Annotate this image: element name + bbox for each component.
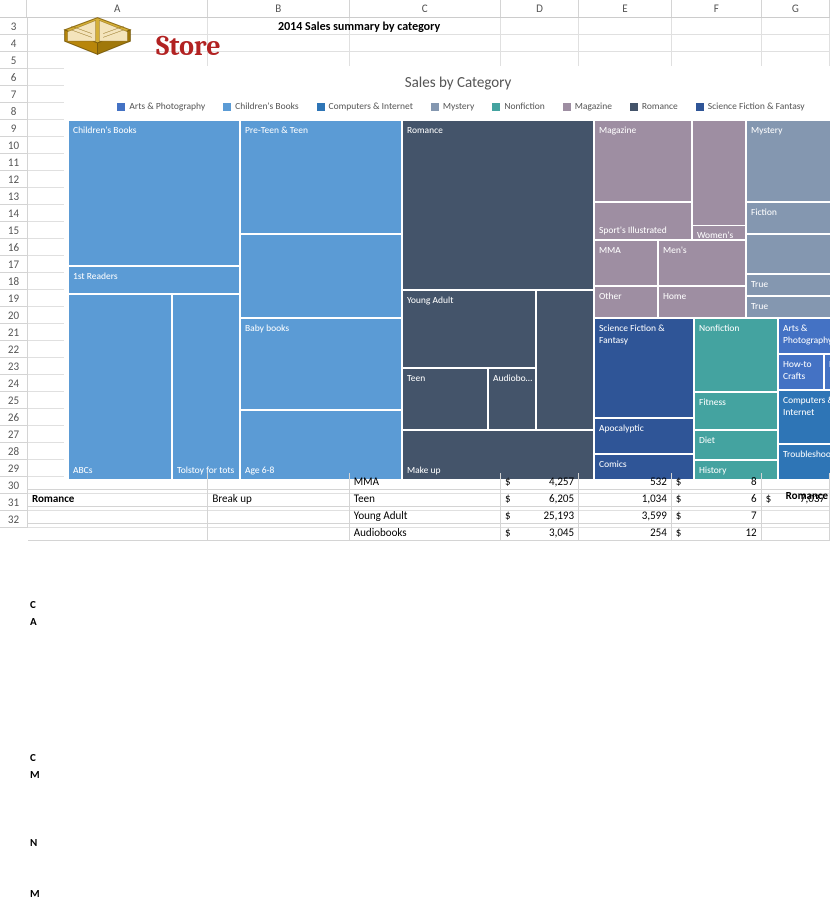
treemap-node[interactable]: MMA	[594, 240, 658, 286]
legend-item: Mystery	[425, 100, 474, 112]
row-25[interactable]: 25	[0, 392, 28, 409]
table-row[interactable]: Young Adult$25,1933,599$7	[28, 507, 830, 524]
treemap-node[interactable]: Science Fiction & Fantasy	[594, 318, 694, 418]
treemap-node[interactable]: Fitness	[694, 392, 778, 430]
report-title: 2014 Sales summary by category	[278, 20, 440, 34]
treemap-node[interactable]: ABCs	[68, 294, 172, 480]
table-row[interactable]: Audiobooks$3,045254$12	[28, 524, 830, 541]
col-B[interactable]: B	[208, 0, 350, 17]
row-30[interactable]: 30	[0, 477, 28, 494]
treemap-node[interactable]: Computers & Internet	[778, 390, 830, 444]
row-20[interactable]: 20	[0, 307, 28, 324]
col-C[interactable]: C	[350, 0, 501, 17]
legend-item: Science Fiction & Fantasy	[690, 100, 805, 112]
treemap-node[interactable]: Nonfiction	[694, 318, 778, 392]
treemap-node[interactable]: Women's	[692, 225, 746, 240]
row-22[interactable]: 22	[0, 341, 28, 358]
legend-item: Magazine	[557, 100, 612, 112]
col-F[interactable]: F	[672, 0, 762, 17]
row-14[interactable]: 14	[0, 205, 28, 222]
treemap-node[interactable]: Baby books	[240, 318, 402, 410]
legend-item: Nonfiction	[486, 100, 544, 112]
row-32[interactable]: 32	[0, 511, 28, 528]
row-24[interactable]: 24	[0, 375, 28, 392]
row-13[interactable]: 13	[0, 188, 28, 205]
row-7[interactable]: 7	[0, 86, 28, 103]
row-16[interactable]: 16	[0, 239, 28, 256]
treemap-area[interactable]: Children's Books1st ReadersABCsTolstoy f…	[68, 120, 830, 480]
row-6[interactable]: 6	[0, 69, 28, 86]
row-4[interactable]: 4	[0, 35, 28, 52]
row-headers: 3456789101112131415161718192021222324252…	[0, 18, 28, 528]
treemap-node[interactable]	[746, 234, 830, 274]
legend-item: Children's Books	[217, 100, 298, 112]
row-23[interactable]: 23	[0, 358, 28, 375]
table-row[interactable]: RomanceBreak upTeen$6,2051,034$6$7,037	[28, 490, 830, 507]
row-11[interactable]: 11	[0, 154, 28, 171]
legend-item: Computers & Internet	[311, 100, 413, 112]
treemap-node[interactable]: Mystery	[746, 120, 830, 202]
treemap-node[interactable]: Home	[658, 286, 746, 318]
row-3[interactable]: 3	[0, 18, 28, 35]
treemap-node[interactable]: Pre-Teen & Teen	[240, 120, 402, 234]
treemap-node[interactable]: True	[746, 296, 830, 318]
row-19[interactable]: 19	[0, 290, 28, 307]
row-27[interactable]: 27	[0, 426, 28, 443]
col-E[interactable]: E	[579, 0, 672, 17]
treemap-chart[interactable]: Sales by Category Arts & PhotographyChil…	[64, 66, 830, 491]
col-D[interactable]: D	[501, 0, 579, 17]
treemap-node[interactable]	[692, 120, 746, 240]
treemap-node[interactable]: Arts & Photography	[778, 318, 830, 354]
row-12[interactable]: 12	[0, 171, 28, 188]
treemap-node[interactable]	[536, 290, 594, 430]
treemap-node[interactable]: Phot…	[824, 354, 830, 390]
row-10[interactable]: 10	[0, 137, 28, 154]
treemap-node[interactable]	[240, 234, 402, 318]
treemap-node[interactable]: Children's Books	[68, 120, 240, 266]
treemap-node[interactable]: Fiction	[746, 202, 830, 234]
treemap-node[interactable]: Young Adult	[402, 290, 536, 368]
treemap-node[interactable]: Audiobo…	[488, 368, 536, 430]
row-9[interactable]: 9	[0, 120, 28, 137]
table-row[interactable]: MMA$4,257532$8	[28, 473, 830, 490]
row-18[interactable]: 18	[0, 273, 28, 290]
row-17[interactable]: 17	[0, 256, 28, 273]
legend-item: Romance	[624, 100, 678, 112]
treemap-node[interactable]: Apocalyptic	[594, 418, 694, 454]
legend-item: Arts & Photography	[111, 100, 205, 112]
treemap-node[interactable]: How-to Crafts	[778, 354, 824, 390]
treemap-node[interactable]: Diet	[694, 430, 778, 460]
row-26[interactable]: 26	[0, 409, 28, 426]
row-29[interactable]: 29	[0, 460, 28, 477]
treemap-node[interactable]: Men's	[658, 240, 746, 286]
book-icon	[60, 13, 135, 63]
col-G[interactable]: G	[762, 0, 830, 17]
row-15[interactable]: 15	[0, 222, 28, 239]
treemap-node[interactable]: Teen	[402, 368, 488, 430]
store-brand: Store	[156, 30, 221, 62]
row-8[interactable]: 8	[0, 103, 28, 120]
row-21[interactable]: 21	[0, 324, 28, 341]
treemap-node[interactable]: Age 6-8	[240, 410, 402, 480]
data-table[interactable]: MMA$4,257532$8RomanceBreak upTeen$6,2051…	[28, 473, 830, 541]
treemap-node[interactable]: Other	[594, 286, 658, 318]
row-28[interactable]: 28	[0, 443, 28, 460]
g30-overflow: Romance	[786, 489, 828, 502]
treemap-node[interactable]: Sport's Illustrated	[594, 202, 692, 240]
treemap-node[interactable]: Magazine	[594, 120, 692, 202]
row-31[interactable]: 31	[0, 494, 28, 511]
row-5[interactable]: 5	[0, 52, 28, 69]
chart-legend: Arts & Photography Children's Books Comput…	[64, 98, 830, 120]
treemap-node[interactable]: Tolstoy for tots	[172, 294, 240, 480]
chart-title: Sales by Category	[64, 66, 830, 98]
treemap-node[interactable]: True	[746, 274, 830, 296]
treemap-node[interactable]: 1st Readers	[68, 266, 240, 294]
treemap-node[interactable]: Romance	[402, 120, 594, 290]
